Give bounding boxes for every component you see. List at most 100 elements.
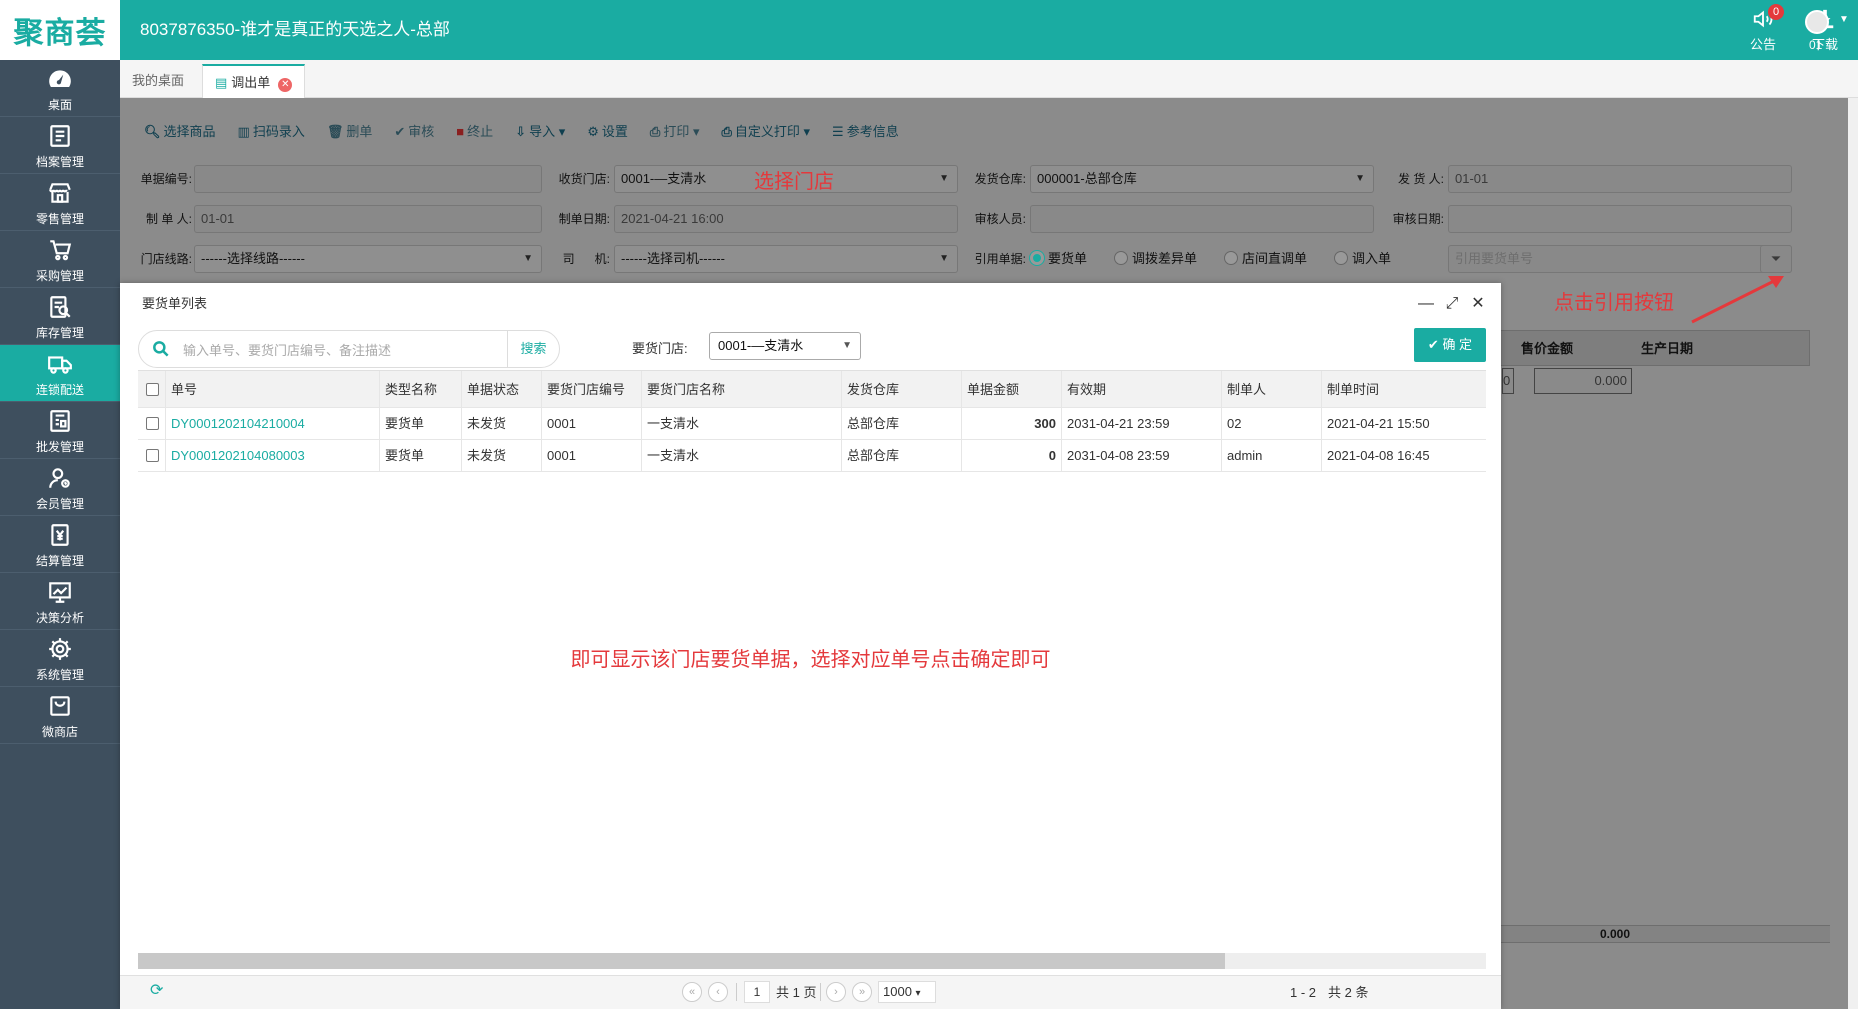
sidebar-item-system[interactable]: 系统管理 [0,630,120,687]
print-button[interactable]: ⎙ 打印 ▾ [650,121,700,140]
bg-col-price: 售价金额 [1521,341,1574,356]
ship-wh-select[interactable]: 000001-总部仓库 ▼ [1030,165,1374,193]
sidebar-item-inventory[interactable]: 库存管理 [0,288,120,345]
cell-store-name: 一支清水 [642,408,842,439]
sidebar-item-settlement[interactable]: 结算管理 [0,516,120,573]
refresh-icon[interactable]: ⟳ [150,982,163,1000]
ref-radio-purchase[interactable]: 要货单 [1030,244,1087,274]
scrollbar-thumb[interactable] [138,953,1225,969]
order-no-link[interactable]: DY0001202104210004 [166,408,380,439]
custom-print-button[interactable]: ⎙ 自定义打印 ▾ [721,121,810,140]
make-date-input[interactable]: 2021-04-21 16:00 [614,205,958,233]
col-store-code[interactable]: 要货门店编号 [542,371,642,407]
driver-select[interactable]: ------选择司机------ ▼ [614,245,958,273]
page-size-select[interactable]: 1000 ▾ [878,981,936,1003]
prev-page-icon[interactable]: ‹ [708,982,728,1002]
cell-warehouse: 总部仓库 [842,440,962,471]
archive-icon [0,123,120,151]
make-date-label: 制单日期: [558,212,610,226]
col-time[interactable]: 制单时间 [1322,371,1486,407]
review-date-input[interactable] [1448,205,1792,233]
bg-cell-price: 0.000 [1534,368,1632,394]
sidebar-item-chain-delivery[interactable]: 连锁配送 [0,345,120,402]
terminate-button[interactable]: ■ 终止 [456,121,493,140]
minimize-icon[interactable]: — [1417,295,1435,313]
sidebar-item-archive[interactable]: 档案管理 [0,117,120,174]
col-amount[interactable]: 单据金额 [962,371,1062,407]
maximize-icon[interactable]: ⤢ [1443,295,1461,313]
select-goods-button[interactable]: 🔍︎ 选择商品 [144,121,216,140]
maker-input[interactable]: 01-01 [194,205,542,233]
ref-radio-transfer-in[interactable]: 调入单 [1334,244,1391,274]
delete-button[interactable]: 🗑︎ 删单 [327,121,373,140]
ship-wh-label: 发货仓库: [974,172,1026,186]
shipper-label: 发 货 人: [1397,172,1444,186]
horizontal-scrollbar[interactable] [138,953,1486,969]
reference-info-button[interactable]: ☰ 参考信息 [832,121,899,140]
last-page-icon[interactable]: » [852,982,872,1002]
reviewer-input[interactable] [1030,205,1374,233]
col-type[interactable]: 类型名称 [380,371,462,407]
notice-label: 公告 [1749,37,1776,52]
ref-radio-direct[interactable]: 店间直调单 [1224,244,1307,274]
notice-badge: 0 [1768,4,1784,20]
order-no-link[interactable]: DY0001202104080003 [166,440,380,471]
click-ref-annotation: 点击引用按钮 [1554,292,1674,314]
table-row[interactable]: DY0001202104210004 要货单 未发货 0001 一支清水 总部仓… [138,408,1486,440]
shipper-input[interactable]: 01-01 [1448,165,1792,193]
route-select[interactable]: ------选择线路------ ▼ [194,245,542,273]
col-valid[interactable]: 有效期 [1062,371,1222,407]
row-checkbox[interactable] [138,440,166,471]
sidebar-item-desktop[interactable]: 桌面 [0,60,120,117]
table-row[interactable]: DY0001202104080003 要货单 未发货 0001 一支清水 总部仓… [138,440,1486,472]
bg-table-header: 售价金额 生产日期 [1500,330,1810,366]
sidebar-item-purchase[interactable]: 采购管理 [0,231,120,288]
page-scrollbar[interactable] [1848,98,1858,1009]
tab-transfer-out[interactable]: ▤ 调出单 ✕ [202,64,306,98]
col-store-name[interactable]: 要货门店名称 [642,371,842,407]
col-status[interactable]: 单据状态 [462,371,542,407]
next-page-icon[interactable]: › [826,982,846,1002]
scan-entry-button[interactable]: ▥ 扫码录入 [238,121,305,140]
settings-button[interactable]: ⚙ 设置 [587,121,628,140]
cell-amount: 0 [962,440,1062,471]
import-button[interactable]: ⇩ 导入 ▾ [515,121,565,140]
cell-store-code: 0001 [542,440,642,471]
toolbar: 🔍︎ 选择商品 ▥ 扫码录入 🗑︎ 删单 ✔ 审核 ■ 终止 ⇩ 导入 ▾ ⚙ 设置 ⎙ 打印 … [134,110,1834,150]
sidebar-item-retail[interactable]: 零售管理 [0,174,120,231]
notice-button[interactable]: 0 公告 [1738,4,1788,53]
close-icon[interactable]: ✕ [278,78,293,92]
ref-radio-diff[interactable]: 调拨差异单 [1114,244,1197,274]
sidebar-item-wholesale[interactable]: 批发管理 [0,402,120,459]
first-page-icon[interactable]: « [682,982,702,1002]
logo[interactable]: 聚商荟 [0,0,120,60]
user-menu[interactable]: ▼ 01 [1795,0,1858,60]
chevron-down-icon: ▾ [915,988,921,999]
search-button[interactable]: 搜索 [507,331,559,367]
sidebar-item-member[interactable]: 会员管理 [0,459,120,516]
tab-my-desktop[interactable]: 我的桌面 [120,64,196,98]
review-date-label: 审核日期: [1392,212,1444,226]
purchase-order-list-modal: 要货单列表 — ⤢ ✕ 搜索 要货门店: 0001-—支清水 ▼ ✔ 确 定 单… [120,283,1501,1009]
row-checkbox[interactable] [138,408,166,439]
col-order-no[interactable]: 单号 [166,371,380,407]
cell-status: 未发货 [462,440,542,471]
doc-no-input[interactable] [194,165,542,193]
review-button[interactable]: ✔ 审核 [394,121,434,140]
store-select[interactable]: 0001-—支清水 ▼ [709,332,861,360]
reviewer-label: 审核人员: [974,212,1026,226]
sidebar-item-analysis[interactable]: 决策分析 [0,573,120,630]
cell-valid: 2031-04-21 23:59 [1062,408,1222,439]
select-all-checkbox[interactable] [138,371,166,407]
page-number-input[interactable]: 1 [744,981,770,1003]
col-warehouse[interactable]: 发货仓库 [842,371,962,407]
cell-maker: admin [1222,440,1322,471]
sidebar-item-micro-shop[interactable]: 微商店 [0,687,120,744]
form-row-1: 单据编号: 收货门店: 0001-—支清水 ▼ 选择门店 发货仓库: 000001… [134,164,1840,194]
confirm-button[interactable]: ✔ 确 定 [1414,328,1486,362]
search-input[interactable] [183,339,483,361]
store-label: 要货门店: [632,341,688,356]
col-maker[interactable]: 制单人 [1222,371,1322,407]
radio-icon [1114,251,1128,265]
close-icon[interactable]: ✕ [1469,295,1487,313]
